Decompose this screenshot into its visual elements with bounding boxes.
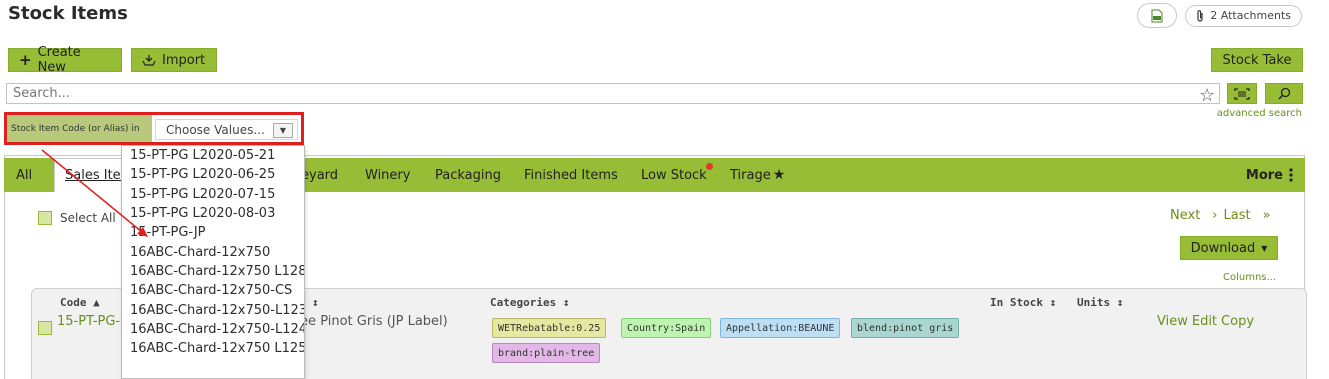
- download-button[interactable]: Download ▼: [1180, 236, 1278, 260]
- create-new-label: Create New: [37, 45, 81, 75]
- units-header-label: Units: [1077, 296, 1111, 309]
- row-actions: View Edit Copy: [1157, 314, 1254, 329]
- create-new-button[interactable]: + Create New: [8, 45, 122, 75]
- in-stock-header-label: In Stock: [990, 296, 1043, 309]
- last-label: Last: [1223, 208, 1251, 223]
- sort-icon: ↕: [562, 296, 570, 309]
- more-vertical-icon: [1289, 168, 1293, 182]
- column-header-code[interactable]: Code ▲: [60, 296, 100, 309]
- row-description: ree Pinot Gris (JP Label): [295, 314, 448, 329]
- star-icon[interactable]: ☆: [1199, 85, 1215, 106]
- dropdown-option[interactable]: 15-PT-PG L2020-08-03: [122, 204, 304, 223]
- edit-link[interactable]: Edit: [1192, 314, 1217, 329]
- copy-link[interactable]: Copy: [1221, 314, 1254, 329]
- columns-link[interactable]: Columns...: [1223, 272, 1276, 283]
- filter-select-placeholder: Choose Values...: [166, 122, 265, 137]
- search-button[interactable]: [1265, 83, 1303, 104]
- star-filled-icon: ★: [772, 167, 786, 183]
- search-input[interactable]: [7, 84, 1219, 103]
- stock-take-button[interactable]: Stock Take: [1211, 48, 1303, 72]
- dropdown-option[interactable]: 15-PT-PG L2020-06-25: [122, 165, 304, 184]
- chevron-right-icon: ›: [1212, 208, 1218, 223]
- tab-all[interactable]: All: [16, 158, 32, 192]
- search-icon: [1277, 87, 1290, 100]
- next-link[interactable]: Next: [1170, 208, 1200, 223]
- filter-select[interactable]: Choose Values... ▼: [155, 119, 298, 140]
- tab-vineyard[interactable]: eyard: [301, 158, 338, 192]
- column-header-categories[interactable]: Categories ↕: [490, 296, 569, 309]
- paperclip-icon: [1197, 10, 1203, 22]
- sort-asc-icon: ▲: [93, 296, 100, 309]
- double-chevron-right-icon[interactable]: »: [1263, 208, 1271, 223]
- tab-finished-items[interactable]: Finished Items: [524, 158, 618, 192]
- select-all-label: Select All: [60, 211, 116, 225]
- sort-icon: ↕: [1116, 296, 1124, 309]
- download-label: Download: [1190, 240, 1256, 256]
- import-button[interactable]: Import: [131, 48, 217, 72]
- sort-icon[interactable]: ↕: [312, 296, 319, 309]
- filter-highlight: Stock Item Code (or Alias) in Choose Val…: [4, 112, 304, 145]
- low-stock-indicator-dot: [706, 163, 713, 170]
- caret-down-icon: ▼: [1261, 243, 1268, 253]
- dropdown-option[interactable]: 15-PT-PG-JP: [122, 223, 304, 242]
- filter-label: Stock Item Code (or Alias) in: [7, 115, 152, 142]
- view-link[interactable]: View: [1157, 314, 1188, 329]
- import-icon: [142, 55, 156, 66]
- page-title: Stock Items: [8, 3, 128, 24]
- dropdown-option[interactable]: 16ABC-Chard-12x750 L125: [122, 339, 304, 358]
- more-label: More: [1245, 167, 1283, 183]
- attachments-label: 2 Attachments: [1210, 9, 1291, 22]
- dropdown-arrow-icon[interactable]: ▼: [273, 123, 293, 138]
- column-header-in-stock[interactable]: In Stock ↕: [990, 296, 1056, 309]
- barcode-icon: [1234, 87, 1250, 100]
- more-tabs-button[interactable]: More: [1246, 158, 1293, 192]
- csv-export-button[interactable]: [1137, 3, 1178, 28]
- barcode-scan-button[interactable]: [1227, 83, 1257, 104]
- tab-packaging[interactable]: Packaging: [435, 158, 501, 192]
- tab-low-stock[interactable]: Low Stock: [641, 158, 707, 192]
- tab-tirage[interactable]: Tirage ★: [730, 158, 785, 192]
- category-tag: Appellation:BEAUNE: [720, 318, 841, 338]
- dropdown-option[interactable]: 16ABC-Chard-12x750 L128: [122, 262, 304, 281]
- values-dropdown-list: 15-PT-PG L2020-05-21 15-PT-PG L2020-06-2…: [121, 145, 305, 379]
- plus-icon: +: [19, 51, 32, 69]
- tab-winery[interactable]: Winery: [365, 158, 410, 192]
- sort-icon: ↕: [1049, 296, 1057, 309]
- dropdown-option[interactable]: 16ABC-Chard-12x750-CS: [122, 281, 304, 300]
- header-actions: 2 Attachments: [1137, 3, 1302, 28]
- last-link[interactable]: › Last: [1212, 208, 1250, 223]
- import-label: Import: [162, 52, 206, 68]
- category-tag: brand:plain-tree: [492, 343, 601, 363]
- search-box: [6, 83, 1220, 104]
- row-code-link[interactable]: 15-PT-PG-: [57, 314, 120, 329]
- category-tag: WETRebatable:0.25: [492, 318, 607, 338]
- category-tag: blend:pinot gris: [851, 318, 960, 338]
- advanced-search-link[interactable]: advanced search: [1217, 108, 1302, 119]
- csv-file-icon: [1151, 9, 1163, 22]
- category-tag: Country:Spain: [621, 318, 712, 338]
- column-header-units[interactable]: Units ↕: [1077, 296, 1123, 309]
- dropdown-option[interactable]: 15-PT-PG L2020-07-15: [122, 185, 304, 204]
- dropdown-option[interactable]: 16ABC-Chard-12x750-L123: [122, 300, 304, 319]
- code-header-label: Code: [60, 296, 87, 309]
- pagination: Next › Last »: [1170, 208, 1271, 223]
- attachments-button[interactable]: 2 Attachments: [1185, 4, 1302, 27]
- tab-tirage-label: Tirage: [730, 167, 771, 183]
- tab-sales-items-label: Sales Iter: [65, 168, 127, 183]
- dropdown-option[interactable]: 16ABC-Chard-12x750-L124: [122, 320, 304, 339]
- stock-take-label: Stock Take: [1222, 52, 1292, 68]
- categories-header-label: Categories: [490, 296, 557, 309]
- row-checkbox[interactable]: [38, 321, 52, 335]
- select-all[interactable]: Select All: [38, 211, 116, 225]
- dropdown-option[interactable]: 16ABC-Chard-12x750: [122, 242, 304, 261]
- dropdown-option[interactable]: 15-PT-PG L2020-05-21: [122, 146, 304, 165]
- select-all-checkbox[interactable]: [38, 211, 52, 225]
